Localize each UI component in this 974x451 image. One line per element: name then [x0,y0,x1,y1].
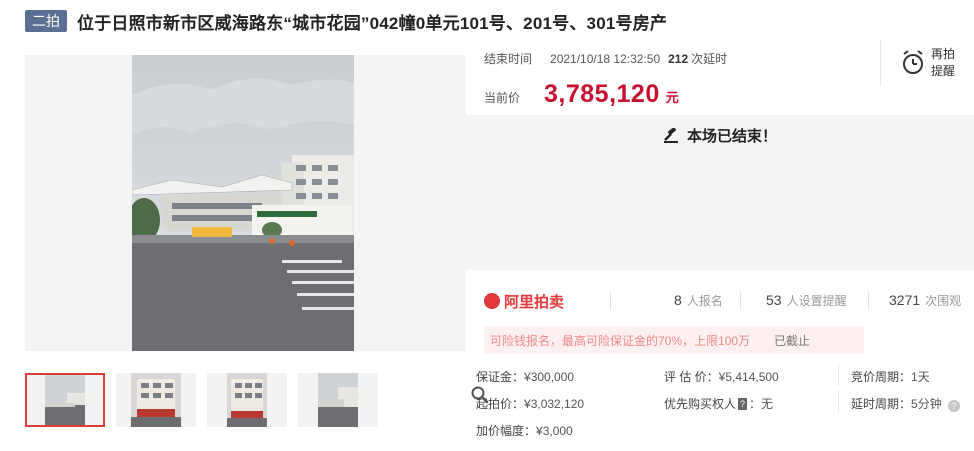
divider [838,391,839,413]
thumbnail-4[interactable] [298,373,378,427]
end-time-label: 结束时间 [484,52,533,66]
ended-text: 本场已结束！ [686,128,777,145]
ali-logo-icon [484,293,500,309]
signup-count: 8 人报名 [674,292,723,308]
thumbnail-strip [25,373,389,427]
appraisal-info: 评 估 价：¥5,414,500 [664,370,779,384]
priority-help-badge[interactable]: ? [738,398,748,410]
stats-row: 阿里拍卖 8 人报名 53 人设置提醒 3271 次围观 [484,286,974,316]
main-image-viewer[interactable] [25,55,489,404]
question-icon[interactable]: ? [947,400,960,412]
gavel-icon [663,127,678,143]
delay-period-info: 延时周期：5分钟? [851,395,960,412]
watcher-count: 3271 次围观 [889,292,962,308]
end-time-row: 结束时间 2021/10/18 12:32:50 212 次延时 [484,50,727,67]
increment-info: 加价幅度：¥3,000 [476,424,573,438]
title-row: 二拍 位于日照市新市区威海路东“城市花园”042幢0单元101号、201号、30… [25,8,667,34]
thumbnail-3[interactable] [207,373,287,427]
remind-label: 再拍提醒 [931,47,956,78]
divider [610,292,611,310]
platform-name: 阿里拍卖 [504,293,565,311]
current-price-row: 当前价 3,785,120 元 [484,80,679,109]
auction-ended-message: 本场已结束！ [466,125,974,146]
delay-count-unit: 次延时 [691,52,728,66]
currency-unit: 元 [665,90,679,105]
remind-button[interactable]: 再拍提醒 [880,40,959,86]
deposit-info: 保证金：¥300,000 [476,370,575,384]
auction-status-panel: 本场已结束！ [466,115,974,270]
reminder-count: 53 人设置提醒 [766,292,847,308]
alarm-clock-icon [903,50,923,74]
priority-buyer-info: 优先购买权人? ：无 [664,397,774,411]
deposit-loan-notice: 可险钱报名，最高可险保证金的70%，上限100万 已截止 [484,326,864,354]
thumbnail-1[interactable] [25,373,105,427]
notice-status: 已截止 [774,333,811,348]
page-title: 位于日照市新市区威海路东“城市花园”042幢0单元101号、201号、301号房… [77,13,668,33]
divider [868,292,869,310]
divider [838,364,839,386]
ali-auction-logo: 阿里拍卖 [484,291,564,312]
current-price-value: 3,785,120 [544,80,660,108]
current-price-label: 当前价 [484,91,521,105]
end-time-value: 2021/10/18 12:32:50 [550,51,661,66]
bidding-cycle-info: 竞价周期：1天 [851,370,930,384]
notice-text: 可险钱报名，最高可险保证金的70%，上限100万 [490,333,751,348]
delay-count: 212 [668,51,689,66]
start-price-info: 起拍价：¥3,032,120 [476,397,585,411]
thumbnail-2[interactable] [116,373,196,427]
round-badge: 二拍 [25,10,67,32]
property-photo [132,55,354,351]
divider [740,292,741,310]
